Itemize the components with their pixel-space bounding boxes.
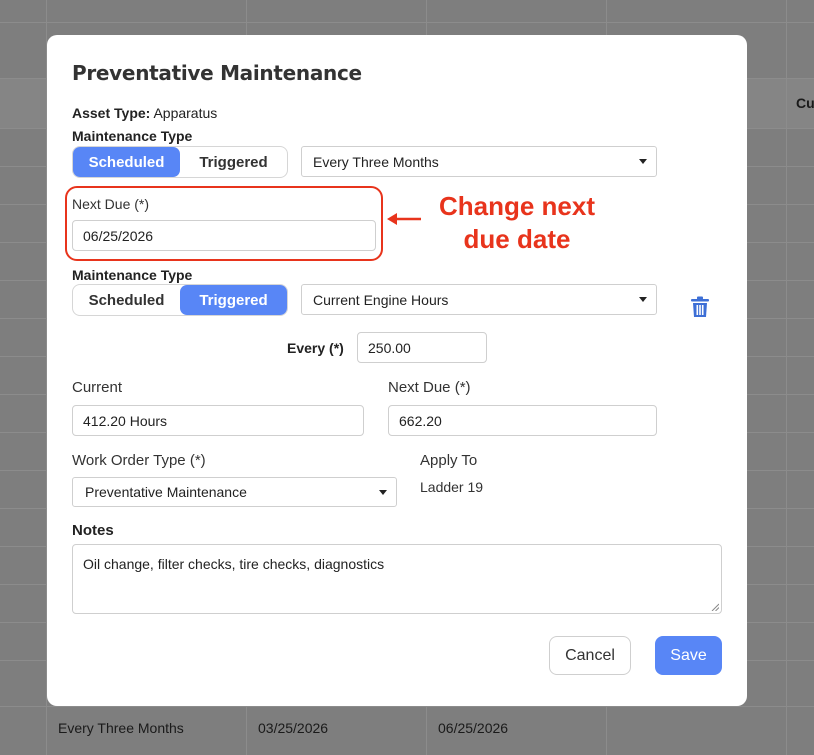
work-order-type-select[interactable]: Preventative Maintenance [72,477,397,507]
cancel-button[interactable]: Cancel [549,636,631,675]
caret-down-icon [639,159,647,164]
maintenance-type-label: Maintenance Type [72,267,193,283]
maintenance-type-toggle: Scheduled Triggered [72,146,288,178]
trash-icon[interactable] [688,295,712,319]
next-due-date-input[interactable]: 06/25/2026 [72,220,376,251]
toggle-triggered[interactable]: Triggered [180,147,287,177]
notes-textarea[interactable]: Oil change, filter checks, tire checks, … [72,544,722,614]
asset-type: Asset Type: Apparatus [72,105,217,121]
preventative-maintenance-modal: Preventative Maintenance Asset Type: App… [47,35,747,706]
next-due-hours-label: Next Due (*) [388,379,471,396]
toggle-triggered[interactable]: Triggered [180,285,287,315]
caret-down-icon [379,490,387,495]
current-hours-value: 412.20 Hours [83,412,168,429]
asset-type-label: Asset Type: [72,105,151,121]
resize-grip-icon[interactable] [711,603,719,611]
trigger-select[interactable]: Current Engine Hours [301,284,657,315]
interval-select[interactable]: Every Three Months [301,146,657,177]
maintenance-type-toggle: Scheduled Triggered [72,284,288,316]
every-value: 250.00 [368,339,411,356]
work-order-type-label: Work Order Type (*) [72,452,206,469]
save-button[interactable]: Save [655,636,722,675]
interval-select-value: Every Three Months [313,153,439,170]
next-due-label: Next Due (*) [72,196,150,212]
current-hours-input[interactable]: 412.20 Hours [72,405,364,436]
apply-to-value: Ladder 19 [420,479,484,495]
work-order-type-value: Preventative Maintenance [85,484,247,500]
background-cell: 03/25/2026 [258,720,329,736]
next-due-date-value: 06/25/2026 [83,227,154,244]
next-due-hours-input[interactable]: 662.20 [388,405,657,436]
background-cell: Every Three Months [58,720,184,736]
notes-value: Oil change, filter checks, tire checks, … [83,556,385,572]
caret-down-icon [639,297,647,302]
modal-title: Preventative Maintenance [72,61,362,85]
apply-to-label: Apply To [420,452,478,469]
maintenance-type-label: Maintenance Type [72,128,193,144]
annotation-text: Change next due date [438,191,596,254]
next-due-hours-value: 662.20 [399,412,442,429]
toggle-scheduled[interactable]: Scheduled [73,147,180,177]
current-label: Current [72,379,123,396]
background-cell: 06/25/2026 [438,720,509,736]
asset-type-value: Apparatus [153,105,218,121]
annotation-arrow-icon [387,213,421,225]
toggle-scheduled[interactable]: Scheduled [73,285,180,315]
notes-label: Notes [72,522,114,539]
every-input[interactable]: 250.00 [357,332,487,363]
trigger-select-value: Current Engine Hours [313,291,449,308]
background-column-header: Cu [796,95,814,111]
every-label: Every (*) [287,340,344,356]
